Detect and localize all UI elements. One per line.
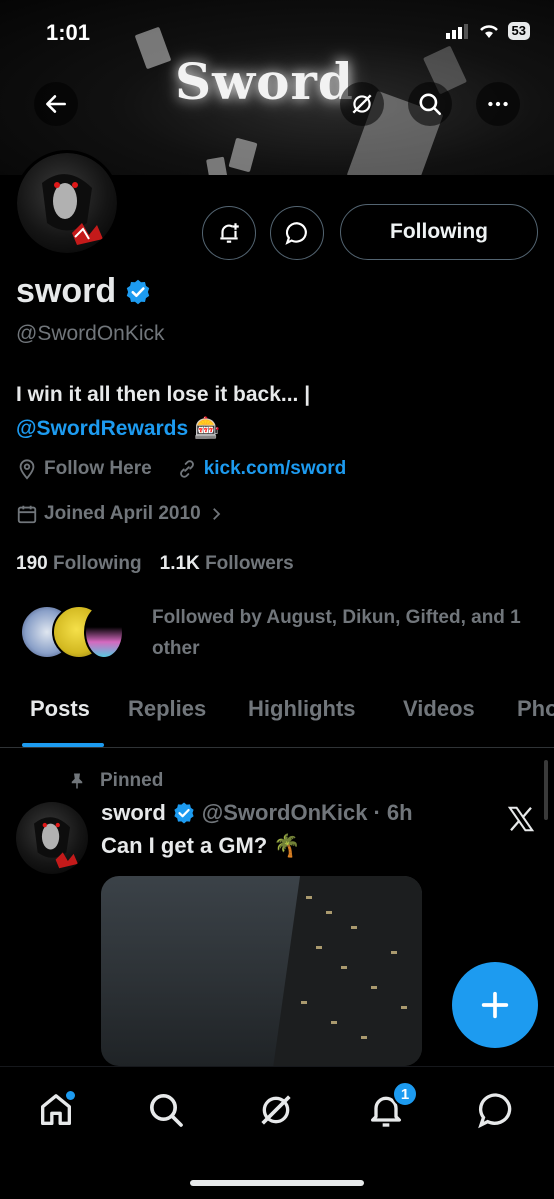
profile-name-row: sword (16, 272, 152, 311)
post-author-name[interactable]: sword (101, 800, 166, 826)
following-count: 190 (16, 553, 48, 574)
calendar-icon (17, 505, 37, 524)
joined-date: Joined April 2010 (44, 503, 201, 524)
window-light (301, 1001, 307, 1004)
post-separator: · (373, 800, 381, 825)
followers-label: Followers (205, 553, 294, 574)
notifications-badge: 1 (392, 1081, 418, 1107)
slot-machine-emoji: 🎰 (194, 417, 221, 440)
profile-location: Follow Here (44, 458, 152, 479)
post-author-handle[interactable]: @SwordOnKick (202, 800, 368, 826)
more-icon (488, 101, 508, 107)
bio-mention-link[interactable]: @SwordRewards (16, 417, 188, 440)
location-pin-icon (19, 459, 35, 480)
grok-icon (261, 1095, 291, 1125)
banner-logo-text: Sword (175, 52, 354, 111)
battery-indicator: 53 (507, 22, 530, 40)
window-light (361, 1036, 367, 1039)
followed-by-text[interactable]: Followed by August, Dikun, Gifted, and 1… (152, 602, 532, 664)
grok-icon (352, 94, 372, 114)
joined-row[interactable]: Joined April 2010 (16, 503, 225, 525)
post-media-image[interactable] (101, 876, 422, 1066)
display-name: sword (16, 272, 117, 310)
window-light (341, 966, 347, 969)
back-button[interactable] (34, 82, 78, 126)
followers-count-link[interactable]: 1.1K Followers (160, 553, 294, 575)
window-light (316, 946, 322, 949)
following-button[interactable]: Following (340, 204, 538, 260)
profile-meta-row: Follow Here kick.com/sword (16, 458, 346, 480)
post-time: 6h (386, 800, 413, 825)
search-icon (419, 93, 442, 116)
bio-line: I win it all then lose it back... | (16, 383, 311, 406)
back-arrow-icon (46, 95, 66, 113)
status-time: 1:01 (46, 20, 91, 45)
profile-handle: @SwordOnKick (16, 322, 165, 345)
pinned-label: Pinned (100, 770, 164, 791)
active-tab-indicator (22, 743, 104, 747)
post-author-avatar[interactable] (16, 802, 88, 874)
bell-plus-icon (220, 223, 239, 243)
nav-notifications[interactable]: 1 (356, 1081, 418, 1135)
profile-tabs: Posts Replies Highlights Videos Pho (0, 686, 554, 748)
profile-website-link[interactable]: kick.com/sword (204, 458, 347, 480)
avatar-art (34, 817, 78, 869)
wifi-icon (479, 25, 498, 38)
following-count-link[interactable]: 190 Following (16, 553, 142, 575)
banner-card (228, 137, 258, 173)
profile-bio: I win it all then lose it back... | @Swo… (16, 378, 536, 446)
home-indicator (190, 1180, 364, 1186)
window-light (326, 911, 332, 914)
plus-icon (481, 991, 509, 1019)
search-icon (150, 1094, 183, 1127)
home-notification-dot (66, 1091, 75, 1100)
followed-by-avatars[interactable] (20, 605, 130, 661)
post-text: Can I get a GM? 🌴 (101, 833, 301, 858)
following-label: Following (52, 553, 142, 574)
nav-grok[interactable] (246, 1085, 306, 1135)
grok-button[interactable] (340, 82, 384, 126)
chat-bubble-icon (285, 222, 307, 245)
profile-avatar[interactable] (14, 150, 120, 256)
follower-avatar (84, 605, 124, 659)
window-light (391, 951, 397, 954)
followers-count: 1.1K (159, 553, 200, 574)
link-icon (179, 460, 194, 478)
pin-icon (71, 773, 83, 789)
chevron-right-icon (212, 508, 220, 520)
building-shape (270, 876, 422, 1066)
tab-posts[interactable]: Posts (30, 696, 90, 722)
x-logo-icon[interactable] (506, 804, 536, 834)
banner-card (206, 156, 228, 175)
more-button[interactable] (476, 82, 520, 126)
verified-badge-icon (174, 802, 194, 824)
compose-post-button[interactable] (452, 962, 538, 1048)
tab-photos[interactable]: Pho (517, 696, 554, 722)
scrollbar[interactable] (544, 760, 548, 820)
nav-messages[interactable] (466, 1085, 526, 1135)
notify-bell-button[interactable] (202, 206, 256, 260)
message-button[interactable] (270, 206, 324, 260)
post-header: sword @SwordOnKick · 6h (101, 800, 413, 826)
signal-icon (445, 24, 468, 39)
banner-card (134, 26, 172, 70)
tab-videos[interactable]: Videos (403, 696, 475, 722)
nav-search[interactable] (136, 1085, 196, 1135)
window-light (331, 1021, 337, 1024)
tab-highlights[interactable]: Highlights (248, 696, 356, 722)
verified-badge-icon[interactable] (124, 278, 152, 306)
pinned-indicator: Pinned (68, 770, 163, 792)
window-light (401, 1006, 407, 1009)
search-button[interactable] (408, 82, 452, 126)
avatar-art (42, 174, 103, 245)
window-light (351, 926, 357, 929)
window-light (306, 896, 312, 899)
chat-bubble-icon (478, 1093, 512, 1129)
status-icons: 53 (445, 22, 530, 40)
tab-replies[interactable]: Replies (128, 696, 206, 722)
follow-counts: 190 Following 1.1K Followers (16, 553, 294, 575)
window-light (371, 986, 377, 989)
nav-home[interactable] (26, 1085, 86, 1135)
